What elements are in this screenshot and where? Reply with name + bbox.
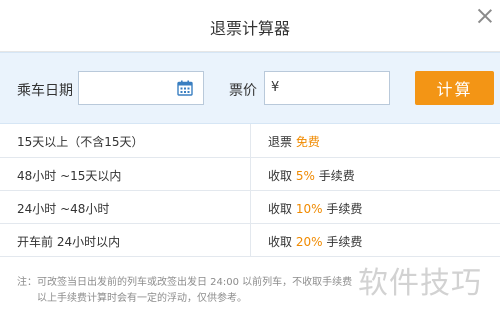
fee-highlight: 5% [295, 169, 315, 183]
price-field[interactable]: ¥ [264, 71, 390, 105]
fee-suffix: 手续费 [322, 235, 363, 249]
fee-prefix: 收取 [268, 202, 296, 216]
table-row: 24小时 ~48小时 收取 10% 手续费 [0, 191, 500, 224]
fee-highlight: 10% [295, 202, 323, 216]
date-field[interactable] [78, 71, 204, 105]
fee-highlight: 免费 [295, 135, 320, 149]
calendar-icon[interactable] [177, 80, 193, 96]
table-row: 15天以上（不含15天） 退票 免费 [0, 124, 500, 158]
currency-symbol: ¥ [271, 80, 280, 95]
period-cell: 15天以上（不含15天） [17, 135, 144, 149]
table-row: 开车前 24小时以内 收取 20% 手续费 [0, 224, 500, 257]
fee-cell: 收取 20% 手续费 [268, 233, 362, 250]
column-divider [250, 191, 251, 223]
fee-prefix: 收取 [268, 235, 296, 249]
dialog-header: 退票计算器 [0, 0, 500, 52]
fee-prefix: 退票 [268, 135, 296, 149]
calculator-form: 乘车日期 票价 ¥ 计算 [0, 52, 500, 124]
dialog-title: 退票计算器 [209, 19, 290, 38]
column-divider [250, 124, 251, 157]
fee-prefix: 收取 [268, 169, 296, 183]
fee-cell: 退票 免费 [268, 133, 320, 150]
price-input[interactable] [283, 72, 387, 104]
period-cell: 开车前 24小时以内 [17, 235, 121, 249]
calculate-button[interactable]: 计算 [415, 71, 494, 105]
date-input[interactable] [79, 72, 175, 104]
footnote-line: 以上手续费计算时会有一定的浮动，仅供参考。 [37, 293, 247, 304]
fee-suffix: 手续费 [322, 202, 363, 216]
watermark: 软件技巧 [358, 266, 482, 301]
close-icon[interactable] [477, 8, 493, 24]
fee-cell: 收取 10% 手续费 [268, 200, 362, 217]
period-cell: 48小时 ~15天以内 [17, 169, 122, 183]
table-row: 48小时 ~15天以内 收取 5% 手续费 [0, 158, 500, 191]
column-divider [250, 224, 251, 256]
fee-cell: 收取 5% 手续费 [268, 167, 355, 184]
footnote: 注：可改签当日出发前的列车或改签出发日 24:00 以前列车，不收取手续费 以上… [17, 275, 357, 307]
footnote-line: 注：可改签当日出发前的列车或改签出发日 24:00 以前列车，不收取手续费 [17, 277, 353, 288]
fee-suffix: 手续费 [314, 169, 355, 183]
price-label: 票价 [229, 83, 257, 99]
column-divider [250, 158, 251, 190]
fee-highlight: 20% [295, 235, 323, 249]
period-cell: 24小时 ~48小时 [17, 202, 110, 216]
fee-table: 15天以上（不含15天） 退票 免费 48小时 ~15天以内 收取 5% 手续费… [0, 124, 500, 257]
date-label: 乘车日期 [17, 83, 73, 99]
